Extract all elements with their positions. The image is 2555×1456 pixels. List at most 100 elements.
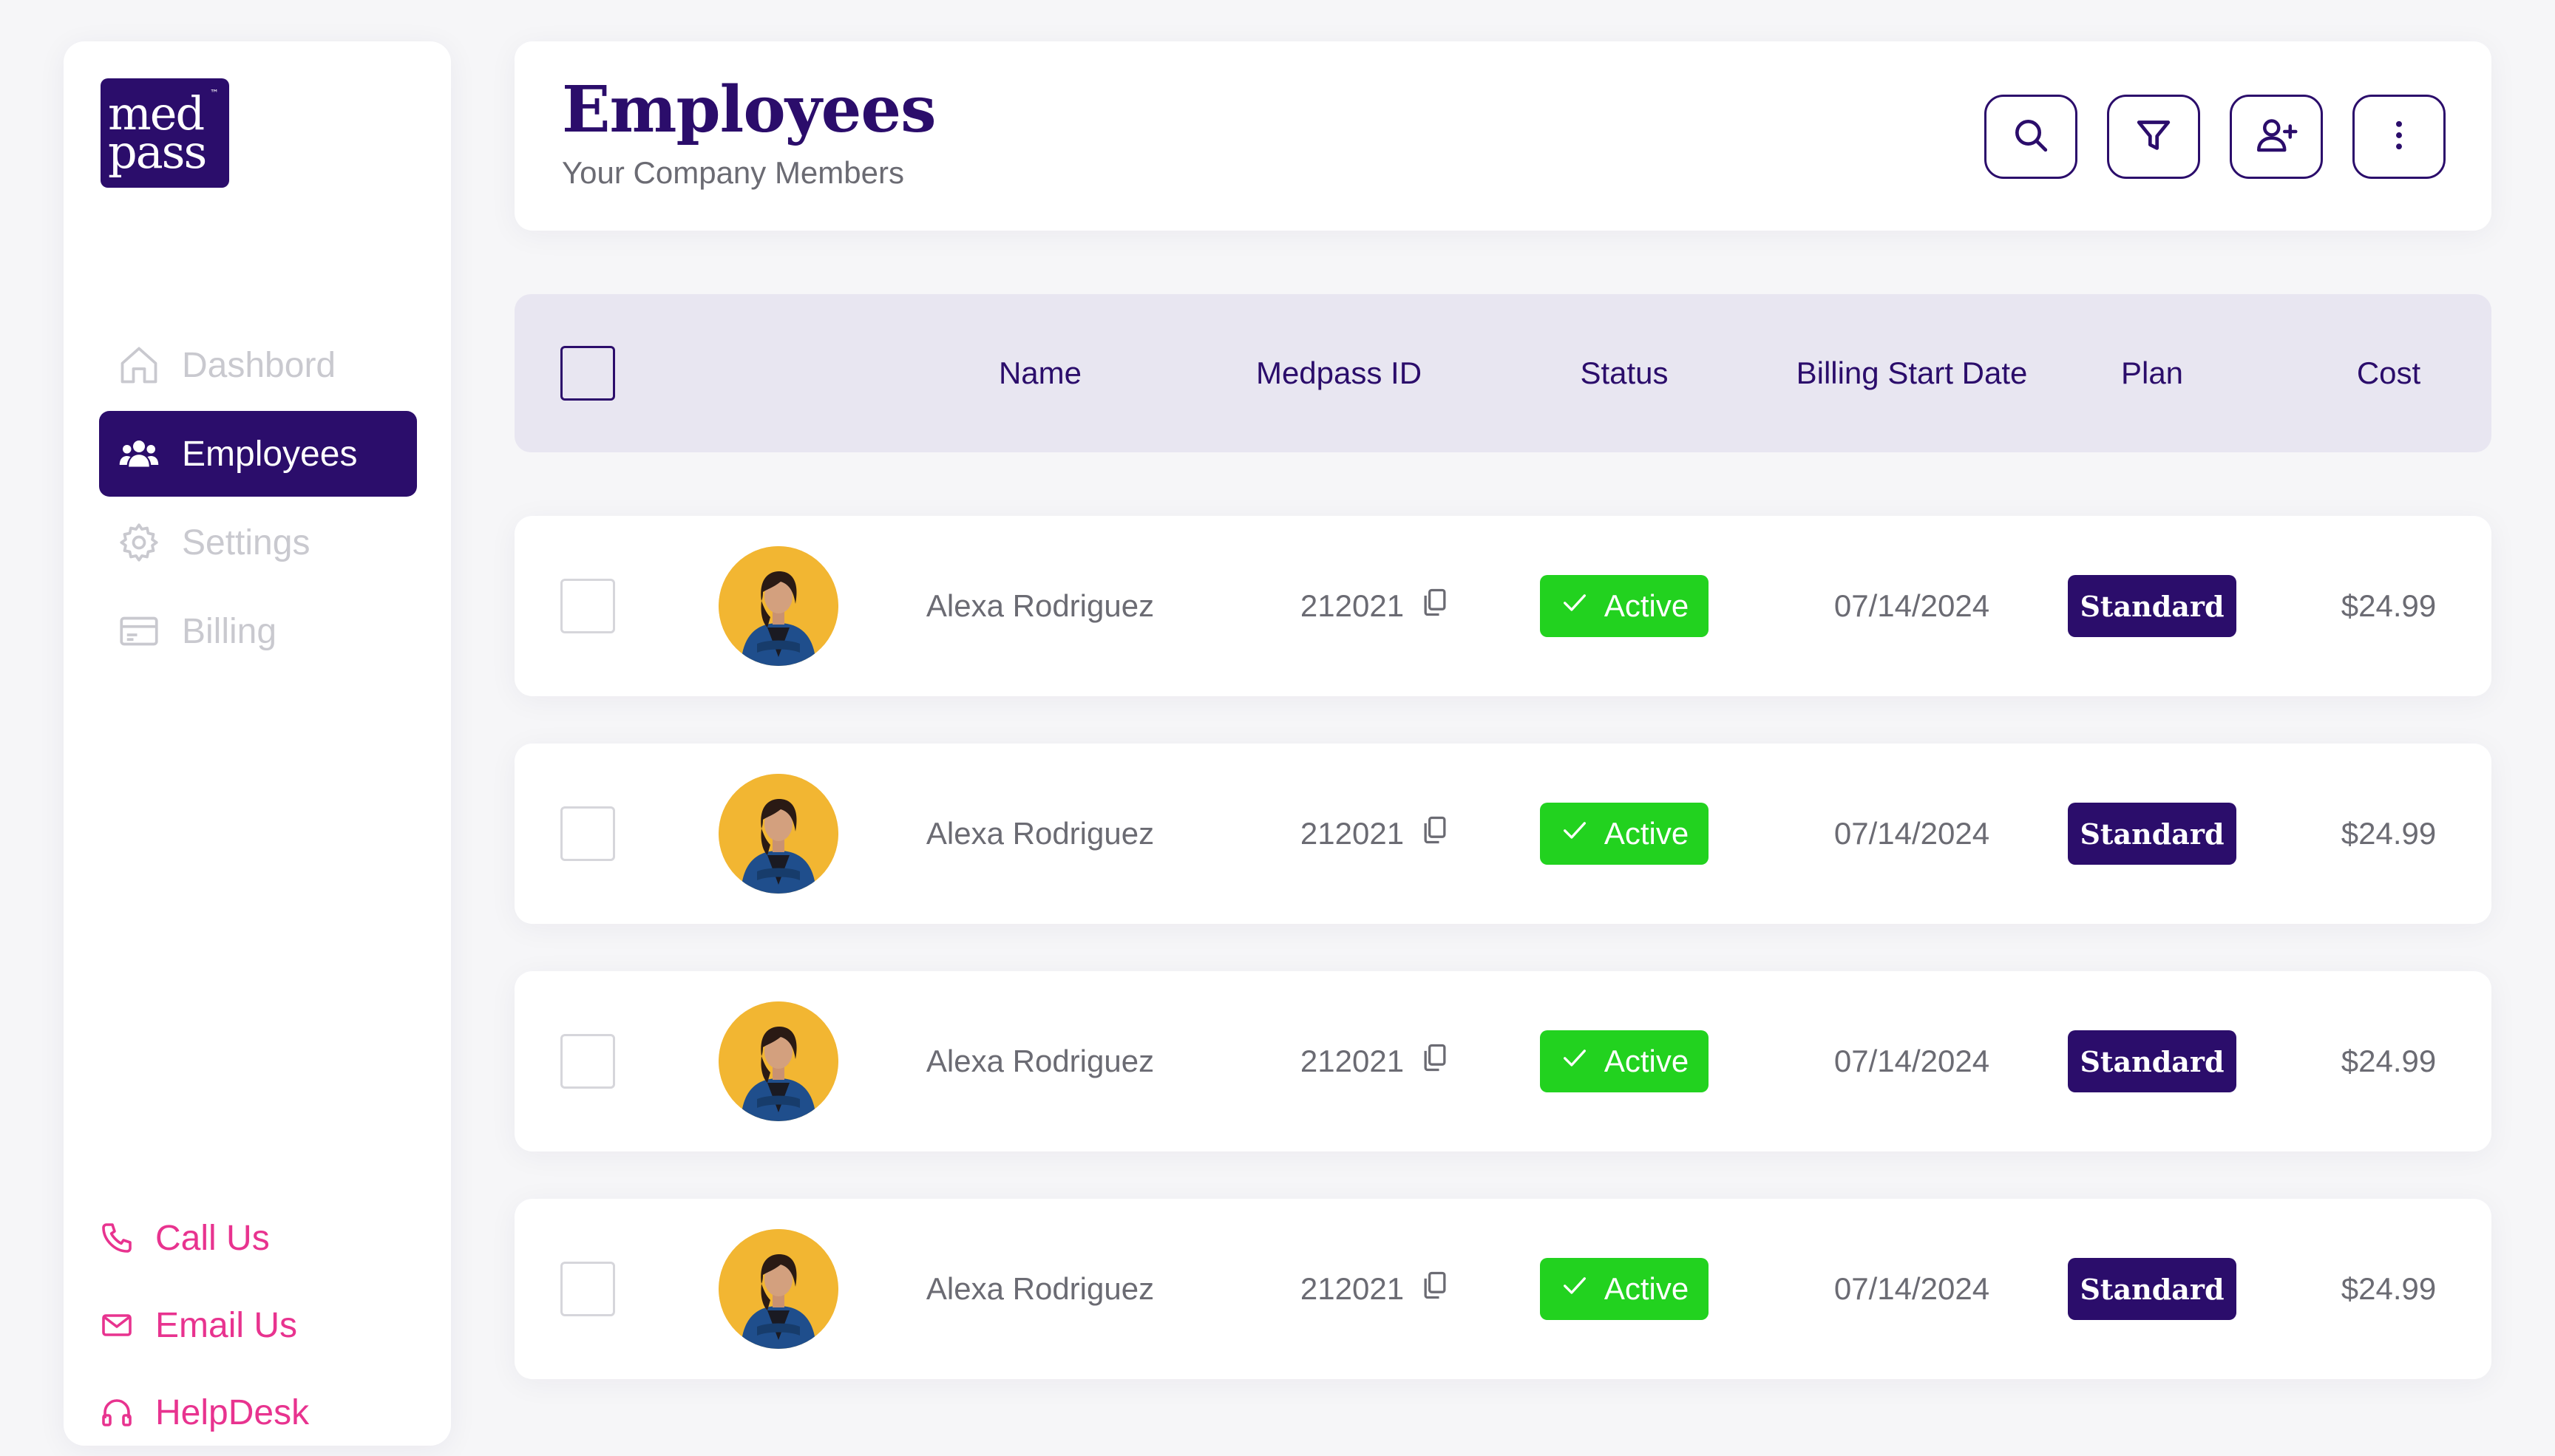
plan-cell: Standard (2030, 971, 2274, 1151)
sidebar-item-label: Settings (182, 523, 311, 562)
billing-start-date: 07/14/2024 (1833, 816, 1990, 851)
people-icon (117, 432, 161, 476)
billing-start-date: 07/14/2024 (1833, 588, 1990, 623)
billing-start-date: 07/14/2024 (1833, 1271, 1990, 1306)
more-vertical-icon (2378, 115, 2420, 160)
employee-name: Alexa Rodriguez (926, 588, 1155, 623)
table-row[interactable]: Alexa Rodriguez 212021 Active 07/14/2024… (515, 1199, 2491, 1379)
medpass-id-cell: 212021 (1254, 971, 1498, 1151)
avatar (719, 1001, 838, 1121)
status-cell: Active (1502, 744, 1746, 924)
copy-icon[interactable] (1419, 814, 1451, 854)
avatar-cell (719, 744, 838, 924)
home-icon (117, 343, 161, 387)
checkmark-icon (1560, 1043, 1589, 1080)
sidebar-item-billing[interactable]: Billing (99, 588, 417, 674)
page-subtitle: Your Company Members (562, 155, 904, 190)
call-us-link[interactable]: Call Us (99, 1194, 309, 1282)
medpass-logo[interactable]: med pass ™ (101, 78, 229, 188)
plan-cell: Standard (2030, 744, 2274, 924)
filter-button[interactable] (2107, 95, 2200, 179)
status-label: Active (1604, 588, 1689, 623)
sidebar-contacts: Call Us Email Us HelpDesk (99, 1194, 309, 1456)
helpdesk-link[interactable]: HelpDesk (99, 1369, 309, 1456)
avatar (719, 546, 838, 666)
checkmark-icon (1560, 588, 1589, 625)
medpass-id-cell: 212021 (1254, 744, 1498, 924)
sidebar-item-label: Employees (182, 434, 358, 474)
headset-icon (99, 1395, 135, 1430)
column-header-cost[interactable]: Cost (2267, 294, 2511, 452)
table-row[interactable]: Alexa Rodriguez 212021 Active 07/14/2024… (515, 971, 2491, 1151)
sidebar: med pass ™ Dashbord Employees Settings B… (64, 41, 451, 1446)
table-row[interactable]: Alexa Rodriguez 212021 Active 07/14/2024… (515, 744, 2491, 924)
table-row[interactable]: Alexa Rodriguez 212021 Active 07/14/2024… (515, 516, 2491, 696)
avatar (719, 774, 838, 894)
add-user-button[interactable] (2230, 95, 2323, 179)
status-cell: Active (1502, 516, 1746, 696)
row-select-cell (560, 1199, 615, 1379)
employee-name: Alexa Rodriguez (926, 1271, 1155, 1306)
medpass-id: 212021 (1300, 816, 1405, 851)
sidebar-nav: Dashbord Employees Settings Billing (99, 322, 417, 677)
row-checkbox[interactable] (560, 1034, 615, 1089)
checkmark-icon (1560, 815, 1589, 852)
select-all-cell (560, 294, 615, 452)
cost: $24.99 (2341, 588, 2437, 623)
column-header-billing-start-date[interactable]: Billing Start Date (1757, 294, 2067, 452)
gear-icon (117, 520, 161, 565)
plan-cell: Standard (2030, 1199, 2274, 1379)
status-badge: Active (1540, 803, 1709, 865)
logo-trademark: ™ (210, 88, 219, 98)
credit-card-icon (117, 609, 161, 653)
row-select-cell (560, 516, 615, 696)
avatar (719, 1229, 838, 1349)
medpass-id: 212021 (1300, 1271, 1405, 1306)
billing-start-date: 07/14/2024 (1833, 1044, 1990, 1078)
contact-label: HelpDesk (155, 1392, 310, 1432)
medpass-id: 212021 (1300, 588, 1405, 623)
employee-name: Alexa Rodriguez (926, 816, 1155, 851)
select-all-checkbox[interactable] (560, 346, 615, 401)
avatar-cell (719, 516, 838, 696)
row-select-cell (560, 971, 615, 1151)
medpass-id-cell: 212021 (1254, 516, 1498, 696)
phone-icon (99, 1220, 135, 1256)
column-header-name[interactable]: Name (918, 294, 1162, 452)
plan-badge: Standard (2068, 803, 2236, 865)
row-checkbox[interactable] (560, 806, 615, 861)
column-header-medpass-id[interactable]: Medpass ID (1217, 294, 1461, 452)
checkmark-icon (1560, 1270, 1589, 1307)
contact-label: Call Us (155, 1218, 270, 1258)
sidebar-item-label: Dashbord (182, 345, 336, 385)
sidebar-item-dashboard[interactable]: Dashbord (99, 322, 417, 408)
row-checkbox[interactable] (560, 1262, 615, 1316)
more-options-button[interactable] (2352, 95, 2446, 179)
column-header-plan[interactable]: Plan (2030, 294, 2274, 452)
filter-icon (2133, 115, 2174, 160)
row-checkbox[interactable] (560, 579, 615, 633)
status-cell: Active (1502, 1199, 1746, 1379)
email-us-link[interactable]: Email Us (99, 1282, 309, 1369)
row-select-cell (560, 744, 615, 924)
copy-icon[interactable] (1419, 1041, 1451, 1081)
medpass-id: 212021 (1300, 1044, 1405, 1078)
contact-label: Email Us (155, 1305, 298, 1345)
column-header-status[interactable]: Status (1502, 294, 1746, 452)
status-label: Active (1604, 1271, 1689, 1306)
medpass-id-cell: 212021 (1254, 1199, 1498, 1379)
copy-icon[interactable] (1419, 1269, 1451, 1309)
search-icon (2010, 115, 2052, 160)
logo-line-2: pass (108, 125, 207, 179)
sidebar-item-settings[interactable]: Settings (99, 500, 417, 585)
sidebar-item-employees[interactable]: Employees (99, 411, 417, 497)
status-badge: Active (1540, 1258, 1709, 1320)
copy-icon[interactable] (1419, 586, 1451, 626)
employee-name: Alexa Rodriguez (926, 1044, 1155, 1078)
cost: $24.99 (2341, 816, 2437, 851)
search-button[interactable] (1984, 95, 2077, 179)
sidebar-item-label: Billing (182, 611, 277, 651)
cost: $24.99 (2341, 1044, 2437, 1078)
cost: $24.99 (2341, 1271, 2437, 1306)
plan-badge: Standard (2068, 1030, 2236, 1092)
